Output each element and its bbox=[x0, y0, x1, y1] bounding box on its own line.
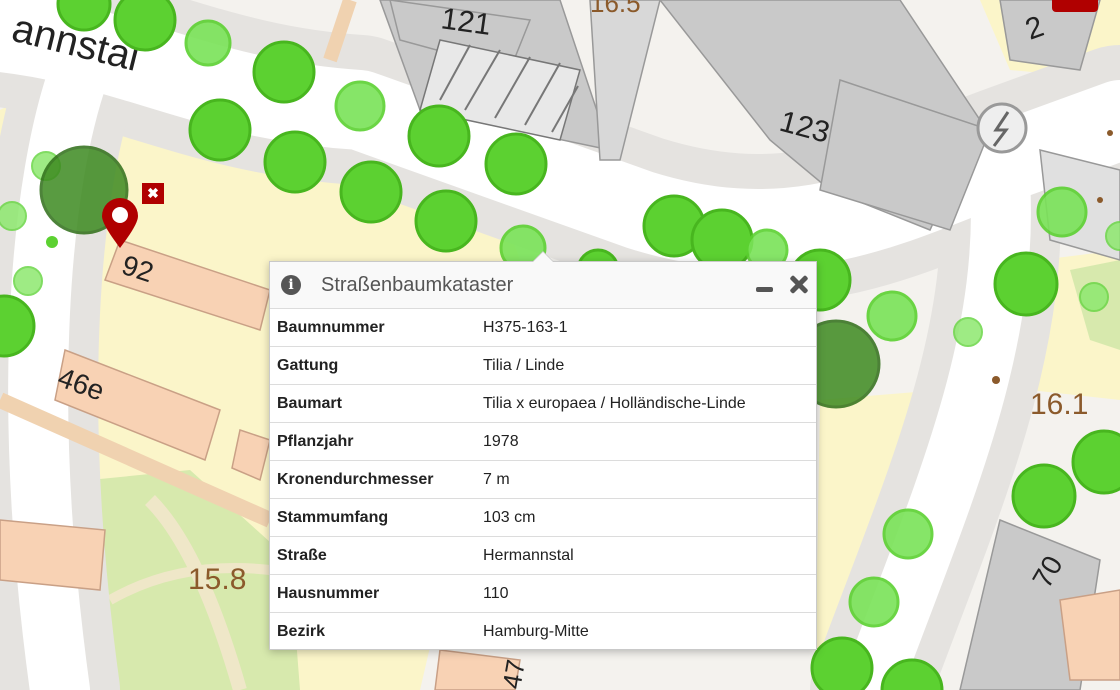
house-number-47: 47 bbox=[496, 657, 531, 690]
attribute-value: H375-163-1 bbox=[483, 309, 816, 347]
tree-icon bbox=[953, 317, 983, 347]
table-row: Baumnummer H375-163-1 bbox=[270, 309, 816, 347]
attribute-value: Hermannstal bbox=[483, 536, 816, 575]
attribute-value: Tilia x europaea / Holländische-Linde bbox=[483, 384, 816, 423]
attribute-value: 103 cm bbox=[483, 498, 816, 537]
tree-icon bbox=[1011, 463, 1077, 529]
tree-icon bbox=[1071, 429, 1120, 495]
elevation-16-1: 16.1 bbox=[1030, 388, 1088, 421]
electric-icon bbox=[976, 102, 1028, 154]
attribute-key: Baumart bbox=[270, 384, 483, 423]
tree-icon bbox=[484, 132, 548, 196]
table-row: Stammumfang 103 cm bbox=[270, 498, 816, 537]
minimize-icon[interactable] bbox=[754, 274, 776, 296]
tree-icon bbox=[252, 40, 316, 104]
tree-icon bbox=[1036, 186, 1088, 238]
tree-icon bbox=[810, 636, 874, 690]
attribute-key: Hausnummer bbox=[270, 574, 483, 613]
popup-header: i Straßenbaumkataster bbox=[270, 262, 816, 309]
tree-icon bbox=[113, 0, 177, 52]
attribute-key: Gattung bbox=[270, 346, 483, 385]
table-row: Kronendurchmesser 7 m bbox=[270, 460, 816, 499]
table-row: Bezirk Hamburg-Mitte bbox=[270, 613, 816, 651]
tree-icon bbox=[0, 201, 27, 231]
tree-icon bbox=[184, 19, 232, 67]
tree-icon bbox=[334, 80, 386, 132]
table-row: Baumart Tilia x europaea / Holländische-L… bbox=[270, 384, 816, 423]
elevation-16-5: 16.5 bbox=[590, 0, 641, 18]
tree-icon bbox=[1079, 282, 1109, 312]
tree-icon bbox=[13, 266, 43, 296]
tree-icon bbox=[188, 98, 252, 162]
info-icon: i bbox=[281, 275, 301, 295]
attribute-key: Kronendurchmesser bbox=[270, 460, 483, 499]
attribute-key: Pflanzjahr bbox=[270, 422, 483, 461]
tree-icon bbox=[46, 236, 58, 248]
feature-info-popup: i Straßenbaumkataster Baumnummer H375-163… bbox=[269, 251, 817, 650]
attribute-value: Hamburg-Mitte bbox=[483, 622, 589, 640]
attribute-key: Bezirk bbox=[277, 622, 326, 640]
attribute-value: Tilia / Linde bbox=[483, 346, 816, 385]
elevation-15-8: 15.8 bbox=[188, 563, 246, 596]
table-row: Hausnummer 110 bbox=[270, 574, 816, 613]
tree-icon bbox=[866, 290, 918, 342]
table-row: Straße Hermannstal bbox=[270, 536, 816, 575]
delete-marker-icon[interactable]: ✖ bbox=[142, 183, 164, 204]
house-number-121: 121 bbox=[439, 2, 493, 42]
tree-icon bbox=[848, 576, 900, 628]
attribute-table: Baumnummer H375-163-1 Gattung Tilia / Lind… bbox=[270, 309, 816, 650]
table-row: Pflanzjahr 1978 bbox=[270, 422, 816, 461]
tree-icon bbox=[414, 189, 478, 253]
attribute-key: Straße bbox=[270, 536, 483, 575]
attribute-key: Stammumfang bbox=[270, 498, 483, 537]
tree-icon bbox=[882, 508, 934, 560]
attribute-value: 110 bbox=[483, 574, 816, 613]
attribute-key: Baumnummer bbox=[270, 309, 483, 347]
attribute-value: 7 m bbox=[483, 460, 816, 499]
fullscreen-button[interactable] bbox=[1052, 0, 1098, 12]
attribute-value: 1978 bbox=[483, 422, 816, 461]
tree-icon bbox=[407, 104, 471, 168]
table-row: Gattung Tilia / Linde bbox=[270, 346, 816, 385]
tree-icon bbox=[339, 160, 403, 224]
tree-icon bbox=[993, 251, 1059, 317]
close-icon[interactable] bbox=[788, 274, 810, 296]
popup-title: Straßenbaumkataster bbox=[321, 273, 514, 296]
tree-icon bbox=[263, 130, 327, 194]
